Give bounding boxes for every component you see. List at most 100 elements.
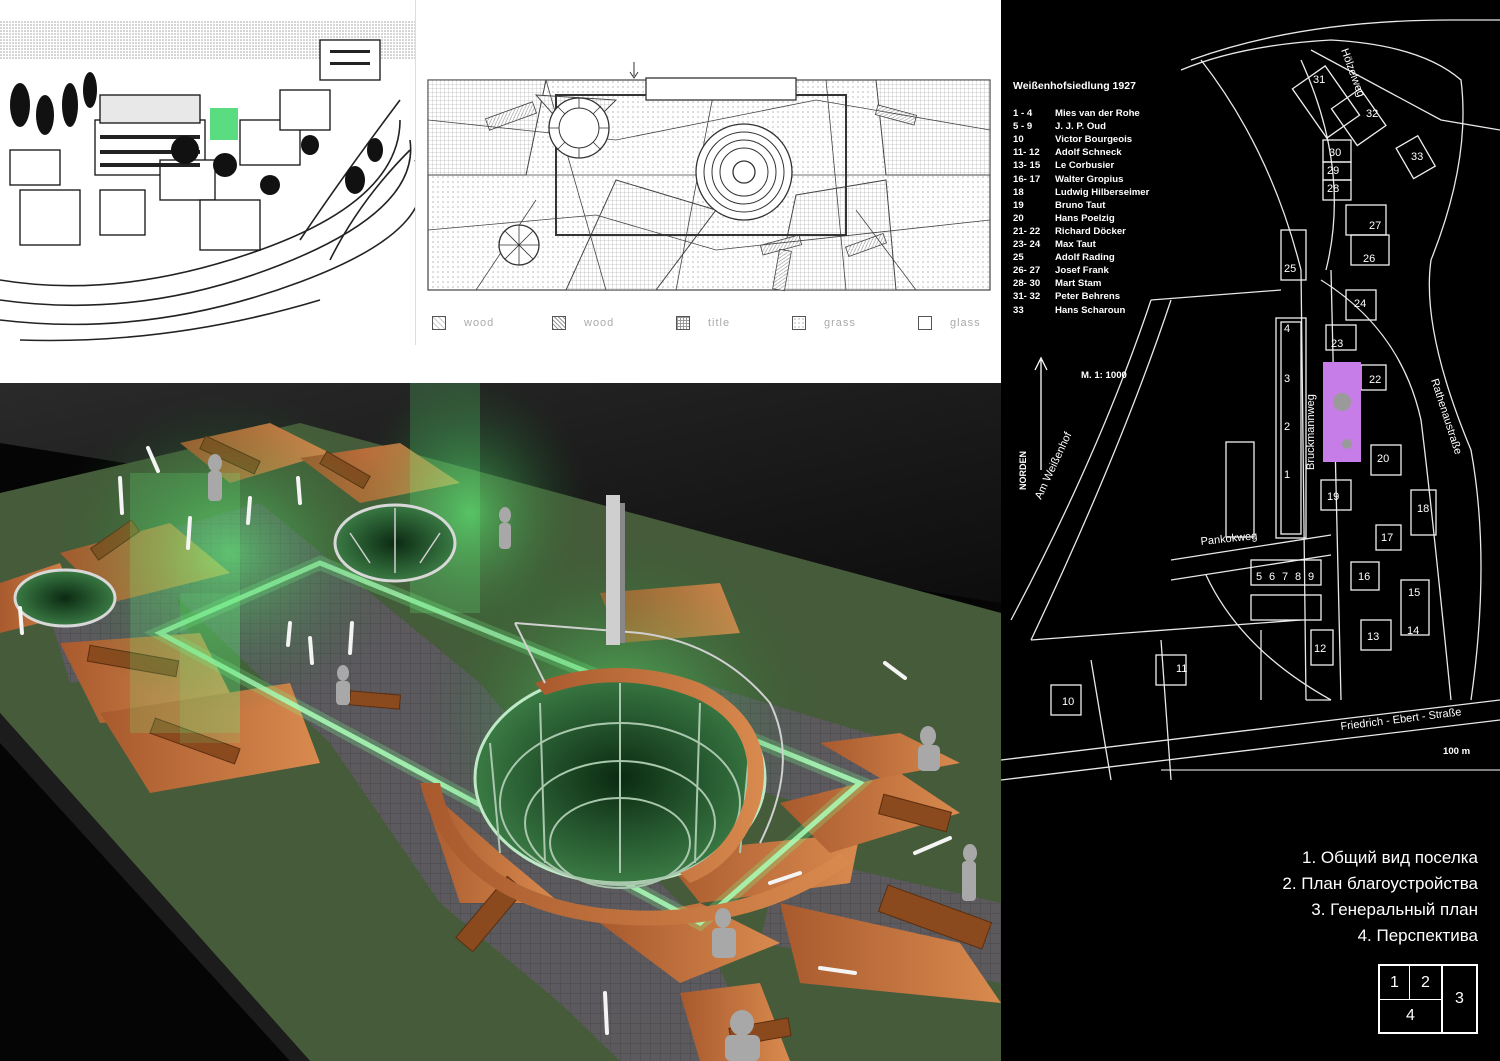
architect-numbers: 1 - 4	[1013, 108, 1033, 119]
legend-item: wood	[432, 316, 494, 330]
svg-text:11: 11	[1176, 663, 1187, 675]
svg-text:12: 12	[1314, 643, 1326, 655]
layout-key: 1 2 3 4	[1378, 964, 1478, 1034]
scale-ratio: M. 1: 1000	[1081, 370, 1127, 381]
architect-numbers: 33	[1013, 304, 1024, 316]
svg-text:26: 26	[1363, 253, 1375, 265]
svg-text:10: 10	[1062, 696, 1074, 708]
architect-numbers: 26- 27	[1013, 265, 1041, 277]
svg-text:1: 1	[1284, 469, 1290, 481]
architect-numbers: 20	[1013, 212, 1024, 224]
legend-item: wood	[552, 316, 614, 330]
svg-text:6: 6	[1269, 571, 1275, 583]
svg-text:8: 8	[1295, 571, 1301, 583]
legend-item: glass	[918, 316, 981, 330]
legend-swatch	[676, 316, 690, 330]
street-bruckmannweg: Bruckmannweg	[1305, 394, 1317, 470]
legend-item: title	[676, 316, 730, 330]
site-plan-title: Weißenhofsiedlung 1927	[1013, 80, 1136, 92]
landscape-plan-panel: wood wood title grass glass	[415, 0, 1002, 345]
architect-name: Victor Bourgeois	[1055, 134, 1133, 146]
svg-text:33: 33	[1411, 151, 1423, 163]
legend-swatch	[552, 316, 566, 330]
svg-text:14: 14	[1407, 625, 1419, 637]
architect-numbers: 18	[1013, 186, 1024, 198]
svg-text:27: 27	[1369, 220, 1381, 232]
architect-name: Mart Stam	[1055, 278, 1102, 290]
svg-text:18: 18	[1417, 503, 1429, 515]
architect-name: Richard Döcker	[1055, 225, 1126, 237]
architect-name: Le Corbusier	[1055, 160, 1115, 172]
north-label: NORDEN	[1018, 450, 1028, 490]
svg-text:28: 28	[1327, 183, 1339, 195]
svg-text:23: 23	[1331, 338, 1343, 350]
street-am-weissenhof: Am Weißenhof	[1033, 430, 1075, 502]
highlight-building	[210, 108, 238, 140]
architect-numbers: 21- 22	[1013, 225, 1041, 237]
legend-item: grass	[792, 316, 856, 330]
architect-name: Adolf Rading	[1055, 252, 1115, 264]
caption-line: 4. Перспектива	[1357, 926, 1478, 945]
svg-text:16: 16	[1358, 571, 1370, 583]
caption-line: 2. План благоустройства	[1282, 874, 1478, 893]
architect-name: Hans Scharoun	[1055, 304, 1126, 316]
highlighted-site	[1323, 362, 1361, 462]
architect-numbers: 31- 32	[1013, 291, 1041, 303]
architect-name: Ludwig Hilberseimer	[1055, 186, 1150, 198]
key-cell: 2	[1410, 966, 1441, 1000]
perspective-render-drawing	[0, 383, 1001, 1061]
white-strip	[0, 345, 1001, 383]
caption-line: 1. Общий вид поселка	[1302, 848, 1478, 867]
architect-name: Peter Behrens	[1055, 291, 1121, 303]
svg-text:22: 22	[1369, 374, 1381, 386]
architect-name: Hans Poelzig	[1055, 212, 1115, 224]
legend-label: wood	[464, 317, 495, 329]
plan-legend: wood wood title grass glass	[416, 316, 1002, 340]
legend-swatch	[792, 316, 806, 330]
legend-label: glass	[950, 317, 981, 329]
svg-text:30: 30	[1329, 147, 1341, 159]
svg-text:4: 4	[1284, 323, 1290, 335]
architect-numbers: 16- 17	[1013, 173, 1041, 185]
architect-numbers: 13- 15	[1013, 160, 1041, 172]
architect-numbers: 11- 12	[1013, 147, 1040, 159]
svg-text:24: 24	[1354, 298, 1366, 310]
legend-label: title	[708, 317, 731, 329]
svg-text:7: 7	[1282, 571, 1288, 583]
key-cell: 4	[1406, 1007, 1415, 1024]
architect-name: Josef Frank	[1055, 265, 1109, 277]
legend-swatch	[432, 316, 446, 330]
svg-text:5: 5	[1256, 571, 1262, 583]
caption-line: 3. Генеральный план	[1311, 900, 1478, 919]
key-cell: 1	[1380, 966, 1410, 1000]
architect-numbers: 25	[1013, 252, 1024, 264]
aerial-sketch-panel	[0, 0, 415, 345]
architect-numbers: 28- 30	[1013, 278, 1041, 290]
svg-text:13: 13	[1367, 631, 1379, 643]
architect-name: Max Taut	[1055, 239, 1096, 250]
architect-name: Walter Gropius	[1055, 173, 1124, 185]
svg-text:9: 9	[1308, 571, 1314, 583]
distance-label: 100 m	[1443, 746, 1471, 757]
svg-text:25: 25	[1284, 263, 1296, 275]
perspective-render-panel	[0, 383, 1001, 1061]
key-cell: 3	[1441, 966, 1476, 1032]
legend-label: grass	[824, 317, 856, 329]
landscape-plan-drawing	[427, 62, 991, 292]
svg-text:15: 15	[1408, 587, 1420, 599]
architect-numbers: 23- 24	[1013, 239, 1041, 250]
north-arrow-icon	[1034, 356, 1048, 470]
svg-text:29: 29	[1327, 165, 1339, 177]
svg-text:32: 32	[1366, 108, 1378, 120]
architect-numbers: 19	[1013, 199, 1024, 211]
svg-text:17: 17	[1381, 532, 1393, 544]
captions: 1. Общий вид поселка 2. План благоустрой…	[1282, 845, 1478, 949]
svg-text:20: 20	[1377, 453, 1389, 465]
legend-label: wood	[584, 317, 615, 329]
svg-text:2: 2	[1284, 421, 1290, 433]
street-pankokweg: Pankokweg	[1200, 530, 1258, 548]
svg-text:3: 3	[1284, 373, 1290, 385]
street-friedrich-ebert: Friedrich - Ebert - Straße	[1340, 706, 1462, 733]
architect-name: Adolf Schneck	[1055, 147, 1122, 159]
aerial-sketch-drawing	[0, 0, 415, 345]
